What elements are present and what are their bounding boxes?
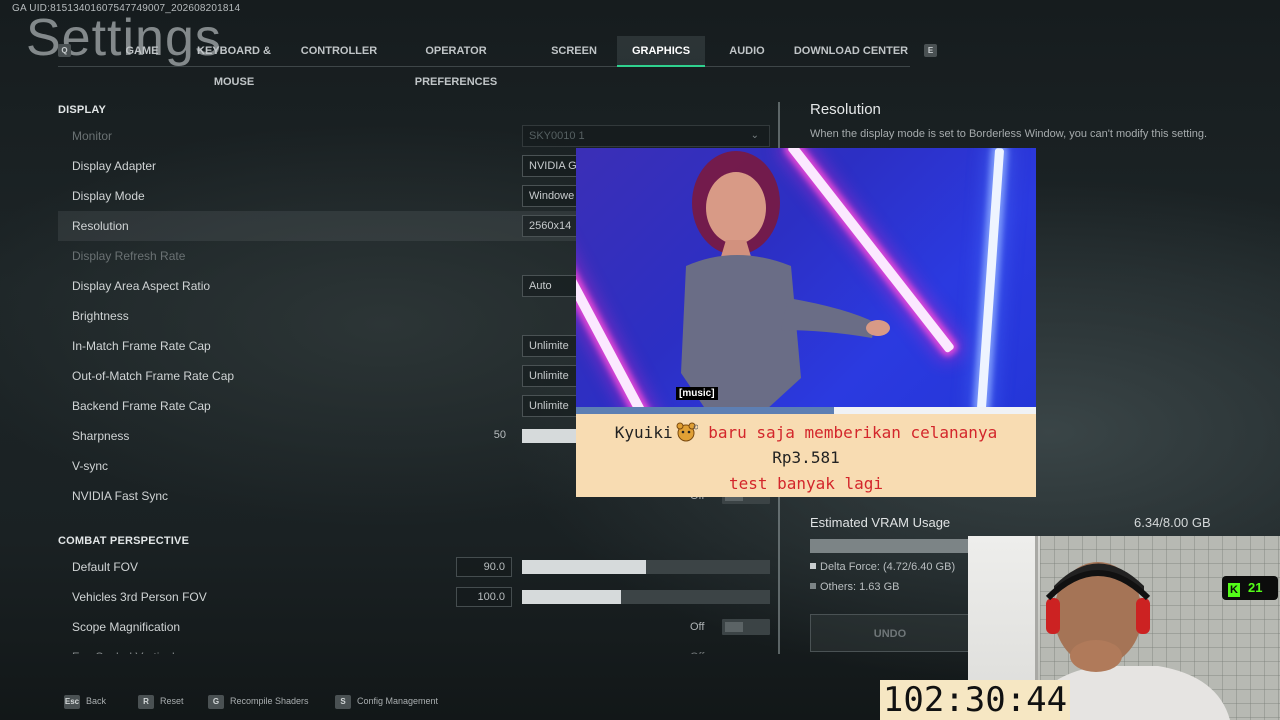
footer-back-button[interactable]: Esc Back: [64, 692, 106, 710]
footer-recompile-shaders-button[interactable]: G Recompile Shaders: [208, 692, 309, 710]
section-combat-title: COMBAT PERSPECTIVE: [58, 535, 190, 547]
setting-label: Sharpness: [72, 429, 130, 443]
info-title: Resolution: [810, 101, 881, 118]
toggle-knob: [725, 622, 743, 632]
video-progress-fill: [576, 407, 834, 414]
donation-amount: Rp3.581: [772, 448, 840, 467]
setting-row-default-fov[interactable]: Default FOV 90.0: [58, 552, 771, 582]
setting-label: NVIDIA Fast Sync: [72, 489, 169, 503]
vram-legend-delta: Delta Force: (4.72/6.40 GB): [810, 561, 955, 573]
setting-label: Display Refresh Rate: [72, 249, 186, 263]
donation-message: baru saja memberikan celananya: [708, 423, 998, 442]
toggle-state: Off: [690, 642, 704, 654]
kick-logo-icon: K: [1228, 583, 1240, 597]
setting-row-vehicles-fov[interactable]: Vehicles 3rd Person FOV 100.0: [58, 582, 771, 612]
slider-fill: [522, 590, 622, 604]
vram-value: 6.34/8.00 GB: [1134, 515, 1211, 530]
tab-keyboard-mouse[interactable]: KEYBOARD & MOUSE: [180, 36, 288, 88]
setting-label: Display Adapter: [72, 159, 157, 173]
setting-label: V-sync: [72, 459, 109, 473]
r-key-icon: R: [138, 694, 154, 709]
scope-magnification-toggle[interactable]: [722, 619, 770, 635]
setting-label: Backend Frame Rate Cap: [72, 399, 211, 413]
undo-button[interactable]: UNDO: [810, 614, 970, 652]
kick-viewer-badge: K 21: [1222, 576, 1278, 600]
legend-swatch: [810, 563, 816, 569]
tab-graphics[interactable]: GRAPHICS: [617, 36, 705, 67]
donation-alert: Kyuiki baru saja memberikan celananya Rp…: [576, 414, 1036, 497]
default-fov-slider[interactable]: [522, 560, 770, 574]
esc-key-icon: Esc: [64, 694, 80, 709]
vehicles-fov-value[interactable]: 100.0: [456, 587, 512, 607]
settings-tabbar: Q GAME KEYBOARD & MOUSE CONTROLLER OPERA…: [58, 36, 910, 88]
vram-label: Estimated VRAM Usage: [810, 515, 951, 530]
setting-row-scope-magnification[interactable]: Scope Magnification Off: [58, 612, 771, 642]
hamster-icon: [674, 422, 698, 442]
footer-reset-button[interactable]: R Reset: [138, 692, 184, 710]
dancer-silhouette-icon: [681, 151, 890, 410]
tab-prev-key[interactable]: Q: [58, 44, 71, 57]
setting-label: Scope Magnification: [72, 620, 181, 634]
setting-label: Resolution: [72, 219, 129, 233]
tab-download-center[interactable]: DOWNLOAD CENTER: [793, 36, 909, 67]
setting-label: Brightness: [72, 309, 129, 323]
setting-label: In-Match Frame Rate Cap: [72, 339, 211, 353]
setting-label: Fov Scaled Vertical: [72, 642, 175, 654]
setting-label: Display Mode: [72, 189, 145, 203]
g-key-icon: G: [208, 694, 224, 709]
tab-operator-preferences[interactable]: OPERATOR PREFERENCES: [388, 36, 524, 88]
donor-name: Kyuiki: [614, 423, 673, 442]
default-fov-value[interactable]: 90.0: [456, 557, 512, 577]
video-caption: [music]: [676, 387, 718, 400]
setting-label: Monitor: [72, 129, 113, 143]
monitor-dropdown[interactable]: SKY0010 1 ⌄: [522, 125, 770, 147]
vehicles-fov-slider[interactable]: [522, 590, 770, 604]
donation-text: test banyak lagi: [728, 474, 884, 493]
setting-label: Display Area Aspect Ratio: [72, 279, 211, 293]
toggle-state: Off: [690, 621, 705, 633]
chevron-down-icon: ⌄: [750, 130, 759, 141]
video-progress-bar: [576, 407, 1036, 414]
donation-headline: Kyuiki baru saja memberikan celananya: [576, 422, 1036, 442]
section-display-title: DISPLAY: [58, 104, 107, 116]
setting-row-monitor[interactable]: Monitor SKY0010 1 ⌄: [58, 121, 771, 151]
setting-label: Default FOV: [72, 560, 139, 574]
stream-timer: 102:30:44: [880, 680, 1070, 720]
s-key-icon: S: [335, 694, 351, 709]
sharpness-value: 50: [493, 429, 506, 441]
vram-legend-others: Others: 1.63 GB: [810, 581, 899, 593]
tab-game[interactable]: GAME: [102, 36, 182, 67]
overlay-video: [music]: [576, 148, 1036, 410]
setting-row-fov-scaled[interactable]: Fov Scaled Vertical Off: [58, 642, 771, 654]
slider-fill: [522, 560, 646, 574]
footer-config-management-button[interactable]: S Config Management: [335, 692, 438, 710]
info-description: When the display mode is set to Borderle…: [810, 128, 1208, 140]
tab-next-key[interactable]: E: [924, 44, 937, 57]
tab-audio[interactable]: AUDIO: [718, 36, 776, 67]
setting-label: Vehicles 3rd Person FOV: [72, 590, 207, 604]
setting-label: Out-of-Match Frame Rate Cap: [72, 369, 235, 383]
viewer-count: 21: [1248, 580, 1263, 595]
legend-swatch: [810, 583, 816, 589]
tab-screen[interactable]: SCREEN: [542, 36, 606, 67]
tab-controller[interactable]: CONTROLLER: [298, 36, 380, 67]
